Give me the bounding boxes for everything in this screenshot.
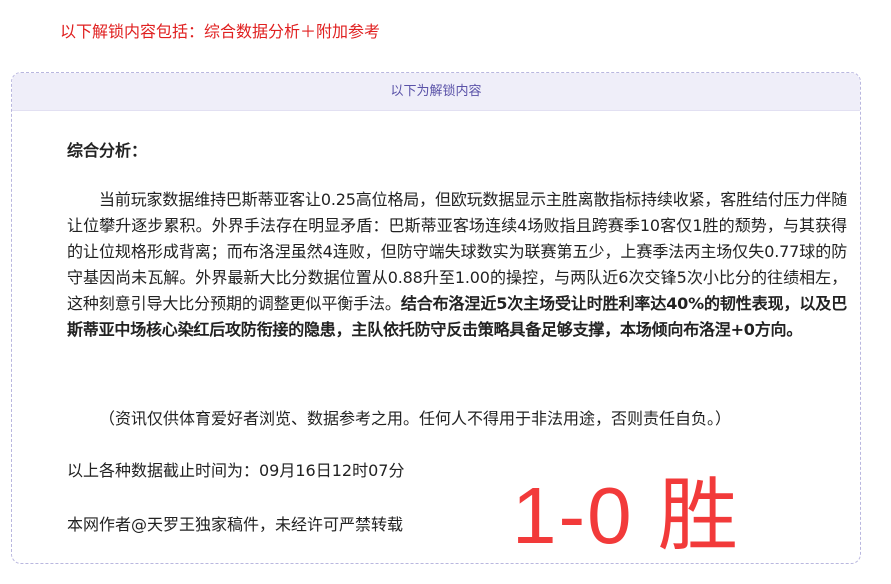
section-heading: 综合分析： — [67, 141, 148, 160]
analysis-paragraph: 当前玩家数据维持巴斯蒂亚客让0.25高位格局，但欧玩数据显示主胜离散指标持续收紧… — [67, 187, 847, 343]
result-stamp: 1-0 胜 — [512, 471, 740, 560]
copyright-notice: 本网作者@天罗王独家稿件，未经许可严禁转载 — [67, 515, 404, 534]
disclaimer: （资讯仅供体育爱好者浏览、数据参考之用。任何人不得用于非法用途，否则责任自负。） — [99, 409, 732, 428]
data-cutoff-time: 以上各种数据截止时间为：09月16日12时07分 — [67, 461, 405, 480]
unlock-header: 以下为解锁内容 — [12, 73, 860, 111]
unlock-notice: 以下解锁内容包括：综合数据分析＋附加参考 — [60, 22, 381, 41]
